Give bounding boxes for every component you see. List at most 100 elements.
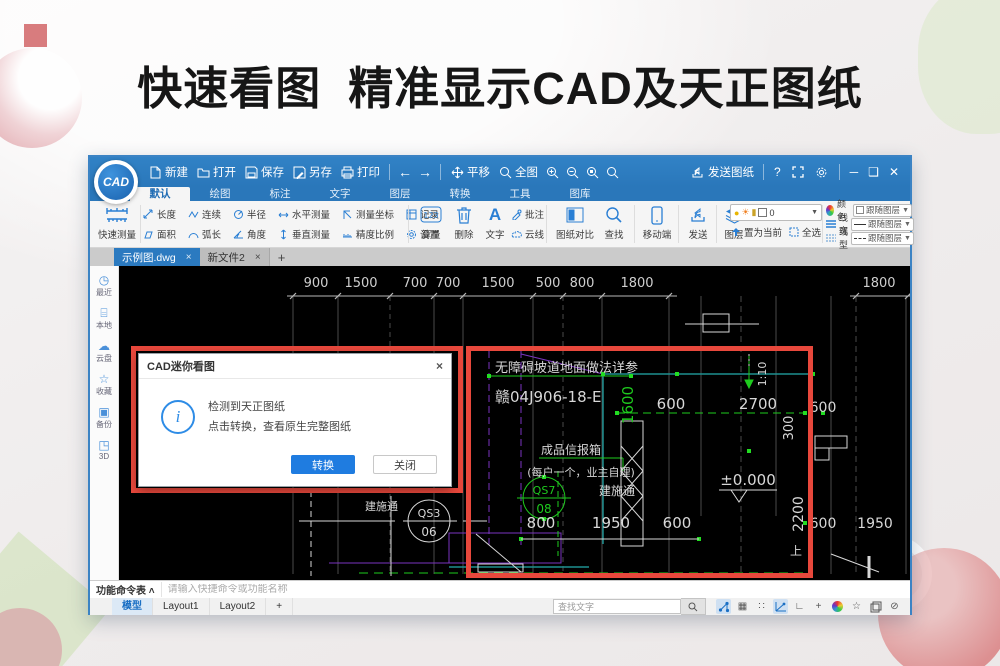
compare-button[interactable]: 图纸对比 [552, 203, 598, 241]
fullscreen-icon[interactable] [791, 165, 805, 179]
close-dialog-button[interactable]: 关闭 [373, 455, 437, 474]
open-label: 打开 [213, 164, 236, 180]
background-color-icon[interactable] [830, 599, 845, 614]
cad-canvas[interactable]: 900 1500 700 700 1500 500 800 1800 1800 [119, 266, 910, 580]
layout-tab-2[interactable]: Layout2 [210, 598, 267, 615]
redo-icon[interactable]: → [418, 164, 432, 180]
send-drawing-button[interactable]: 发送图纸 [691, 164, 754, 180]
measure-horizontal-button[interactable]: 水平测量 [277, 204, 341, 224]
tab-text[interactable]: 文字 [310, 187, 370, 201]
rail-item-backup[interactable]: ▣备份 [96, 406, 112, 430]
calculate-button[interactable]: 123 算量 [414, 203, 448, 241]
rail-item-cloud[interactable]: ☁云盘 [96, 340, 112, 364]
zoom-in-icon[interactable] [545, 165, 559, 179]
close-button[interactable]: ✕ [889, 165, 899, 179]
quick-measure-button[interactable]: 快速测量 [96, 203, 138, 241]
close-tab-icon[interactable]: × [255, 252, 261, 263]
measure-continuous-button[interactable]: 连续 [187, 204, 232, 224]
new-tab-button[interactable]: + [270, 248, 294, 266]
linewidth-value: 跟随图层 [868, 218, 902, 230]
tab-draw[interactable]: 绘图 [190, 187, 250, 201]
lineweight-icon[interactable]: ⊘ [887, 599, 902, 614]
doc-tab-sample[interactable]: 示例图.dwg× [114, 248, 200, 266]
doc-tab-newfile[interactable]: 新文件2× [200, 248, 270, 266]
undo-icon[interactable]: ← [398, 164, 412, 180]
tab-convert[interactable]: 转换 [430, 187, 490, 201]
precision-scale-button[interactable]: 精度比例 [341, 224, 405, 244]
help-icon[interactable]: ? [774, 165, 781, 179]
line-sample [854, 224, 866, 225]
zoom-window-icon[interactable] [585, 165, 599, 179]
color-dropdown[interactable]: 跟随图层▼ [853, 204, 912, 217]
command-input[interactable] [162, 584, 910, 595]
tab-layer[interactable]: 图层 [370, 187, 430, 201]
select-all-button[interactable]: 全选 [788, 225, 821, 239]
delete-button[interactable]: 删除 [450, 203, 478, 241]
pan-label: 平移 [467, 164, 490, 180]
close-tab-icon[interactable]: × [186, 252, 192, 263]
linetype-dropdown[interactable]: 跟随图层▼ [851, 232, 914, 245]
polar-tracking-icon[interactable] [773, 599, 788, 614]
zoom-previous-icon[interactable] [605, 165, 619, 179]
dim-1950: 1950 [592, 514, 630, 532]
layout-tab-1[interactable]: Layout1 [153, 598, 210, 615]
rail-item-favorites[interactable]: ☆收藏 [96, 373, 112, 397]
rail-item-local[interactable]: ⌸本地 [96, 307, 112, 331]
add-layout-button[interactable]: + [266, 598, 293, 615]
text-button[interactable]: A 文字 [482, 203, 508, 241]
maximize-button[interactable]: ❑ [868, 165, 879, 179]
save-as-icon [292, 165, 306, 179]
zoom-extents-button[interactable]: 全图 [498, 164, 538, 180]
measure-angle-button[interactable]: 角度 [232, 224, 277, 244]
cad-note-text: 无障碍坡道地面做法详参 [495, 360, 638, 376]
annotate-button[interactable]: 批注 [510, 204, 544, 224]
save-as-button[interactable]: 另存 [292, 164, 332, 180]
measure-radius-button[interactable]: 半径 [232, 204, 277, 224]
open-button[interactable]: 打开 [196, 164, 236, 180]
angle-icon [232, 228, 244, 240]
set-current-button[interactable]: 置为当前 [730, 225, 782, 239]
settings-gear-icon[interactable] [815, 165, 829, 179]
pan-button[interactable]: 平移 [450, 164, 490, 180]
object-snap-icon[interactable] [716, 599, 731, 614]
cloud-line-button[interactable]: 云线 [510, 224, 544, 244]
dialog-close-icon[interactable]: × [436, 359, 443, 373]
layer-dropdown[interactable]: ● ☀ ▮ 0 ▼ [730, 204, 822, 221]
rail-item-3d[interactable]: ◳3D [98, 439, 109, 461]
find-text-button[interactable] [681, 598, 706, 615]
frame-icon[interactable] [868, 599, 883, 614]
rail-item-recent[interactable]: ◷最近 [96, 274, 112, 298]
tab-library[interactable]: 图库 [550, 187, 610, 201]
command-list-toggle[interactable]: 功能命令表 ˄ [90, 582, 162, 597]
crosshair-icon[interactable]: + [811, 599, 826, 614]
favorite-icon[interactable]: ☆ [849, 599, 864, 614]
layer-name: 0 [769, 208, 774, 218]
tab-dimension[interactable]: 标注 [250, 187, 310, 201]
convert-button[interactable]: 转换 [291, 455, 355, 474]
measure-area-button[interactable]: 面积 [142, 224, 187, 244]
mobile-button[interactable]: 移动端 [640, 203, 674, 241]
minimize-button[interactable]: ─ [850, 165, 859, 179]
measure-length-button[interactable]: 长度 [142, 204, 187, 224]
fullview-label: 全图 [515, 164, 538, 180]
tab-default[interactable]: 默认 [130, 187, 190, 201]
measure-arc-button[interactable]: 弧长 [187, 224, 232, 244]
new-button[interactable]: 新建 [148, 164, 188, 180]
print-button[interactable]: 打印 [340, 164, 380, 180]
linewidth-dropdown[interactable]: 跟随图层▼ [851, 218, 914, 231]
find-text-input[interactable] [553, 599, 681, 614]
tab-tools[interactable]: 工具 [490, 187, 550, 201]
measure-coordinate-button[interactable]: 测量坐标 [341, 204, 405, 224]
backup-icon: ▣ [98, 406, 109, 418]
zoom-extents-icon [498, 165, 512, 179]
save-button[interactable]: 保存 [244, 164, 284, 180]
measure-vertical-button[interactable]: 垂直测量 [277, 224, 341, 244]
rail-label: 3D [99, 452, 109, 461]
dot-grid-icon[interactable]: ∷ [754, 599, 769, 614]
grid-icon[interactable]: ▦ [735, 599, 750, 614]
zoom-out-icon[interactable] [565, 165, 579, 179]
find-button[interactable]: 查找 [600, 203, 628, 241]
ortho-icon[interactable]: ∟ [792, 599, 807, 614]
send-button[interactable]: 发送 [684, 203, 712, 241]
layout-tab-model[interactable]: 模型 [112, 598, 153, 615]
